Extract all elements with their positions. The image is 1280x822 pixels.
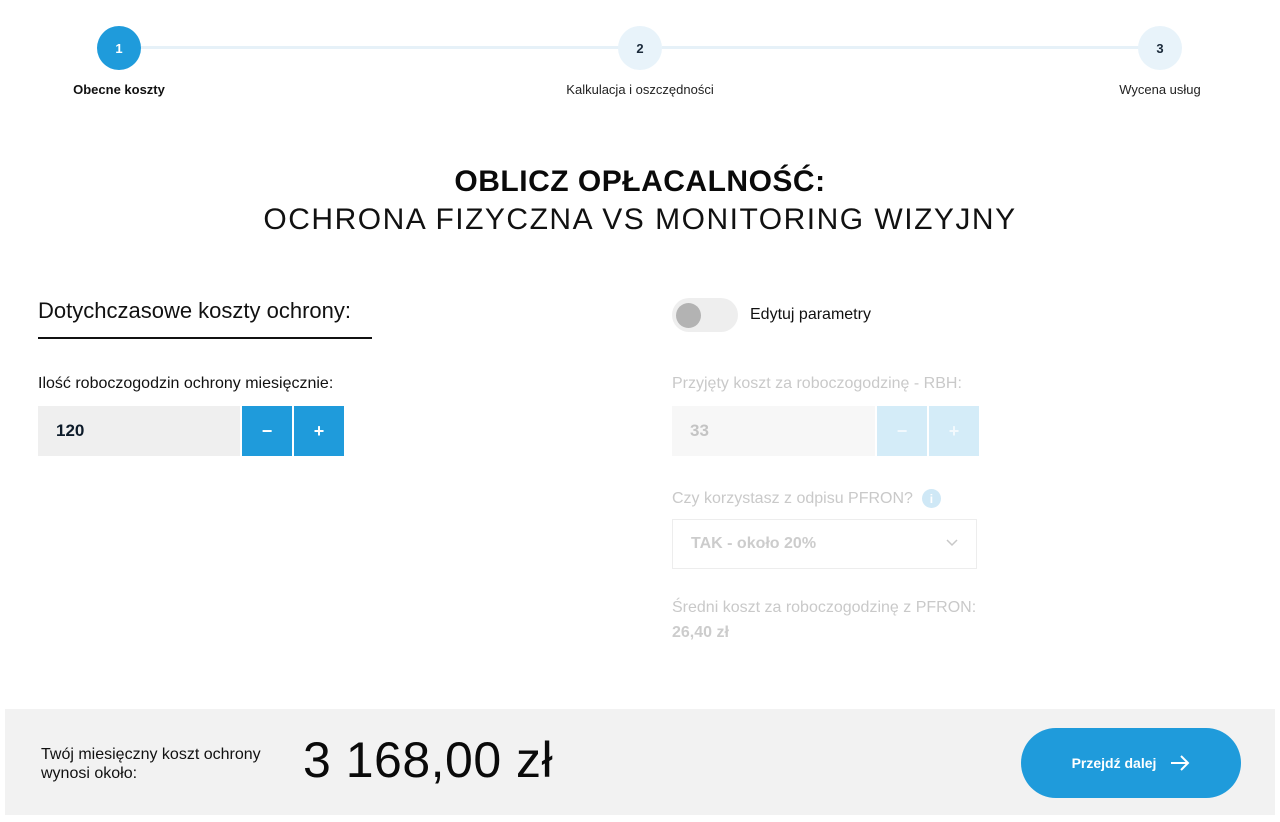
- step-1[interactable]: 1 Obecne koszty: [19, 26, 219, 97]
- avg-cost-label: Średni koszt za roboczogodzinę z PFRON:: [672, 599, 977, 616]
- arrow-right-icon: [1171, 755, 1190, 771]
- hours-stepper: 120 − +: [38, 406, 344, 456]
- rbh-decrement-button[interactable]: −: [877, 406, 927, 456]
- summary-bar: Twój miesięczny koszt ochrony wynosi oko…: [5, 709, 1275, 815]
- toggle-knob: [676, 303, 701, 328]
- next-button-label: Przejdź dalej: [1071, 755, 1157, 771]
- avg-cost-value: 26,40 zł: [672, 624, 729, 641]
- step-2-label: Kalkulacja i oszczędności: [566, 82, 714, 97]
- hours-increment-button[interactable]: +: [294, 406, 344, 456]
- page-title: OBLICZ OPŁACALNOŚĆ: OCHRONA FIZYCZNA VS …: [0, 165, 1280, 237]
- pfron-label: Czy korzystasz z odpisu PFRON?: [672, 489, 913, 507]
- page-title-sub: OCHRONA FIZYCZNA VS MONITORING WIZYJNY: [263, 203, 1017, 236]
- next-button[interactable]: Przejdź dalej: [1021, 728, 1241, 798]
- rbh-label: Przyjęty koszt za roboczogodzinę - RBH:: [672, 375, 962, 392]
- rbh-increment-button[interactable]: +: [929, 406, 979, 456]
- info-icon[interactable]: i: [921, 489, 941, 508]
- step-1-circle: 1: [97, 26, 141, 70]
- chevron-down-icon: [946, 539, 958, 547]
- summary-amount: 3 168,00 zł: [303, 732, 554, 788]
- step-3-circle: 3: [1138, 26, 1182, 70]
- summary-label: Twój miesięczny koszt ochrony wynosi oko…: [41, 746, 261, 782]
- edit-params-toggle[interactable]: [672, 298, 738, 332]
- edit-params-label: Edytuj parametry: [750, 306, 871, 323]
- step-2[interactable]: 2 Kalkulacja i oszczędności: [540, 26, 740, 97]
- pfron-select[interactable]: TAK - około 20%: [672, 519, 977, 569]
- page-title-main: OBLICZ OPŁACALNOŚĆ:: [454, 165, 826, 198]
- rbh-input[interactable]: 33: [672, 406, 875, 456]
- pfron-label-row: Czy korzystasz z odpisu PFRON? i: [672, 489, 941, 508]
- step-1-label: Obecne koszty: [73, 82, 165, 97]
- pfron-selected-value: TAK - około 20%: [691, 535, 817, 552]
- hours-input[interactable]: 120: [38, 406, 240, 456]
- edit-params-row: Edytuj parametry: [672, 298, 871, 332]
- step-3-label: Wycena usług: [1119, 82, 1201, 97]
- step-3[interactable]: 3 Wycena usług: [1060, 26, 1260, 97]
- rbh-stepper: 33 − +: [672, 406, 979, 456]
- progress-stepper: 1 Obecne koszty 2 Kalkulacja i oszczędno…: [0, 0, 1280, 110]
- section-heading: Dotychczasowe koszty ochrony:: [38, 298, 372, 339]
- hours-label: Ilość roboczogodzin ochrony miesięcznie:: [38, 375, 334, 392]
- step-2-circle: 2: [618, 26, 662, 70]
- hours-decrement-button[interactable]: −: [242, 406, 292, 456]
